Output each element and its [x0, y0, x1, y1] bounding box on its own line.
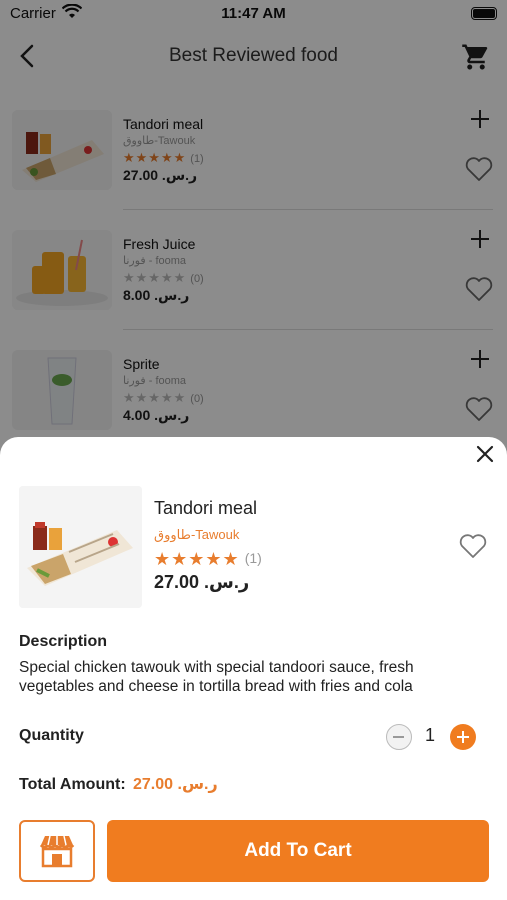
product-restaurant: طاووق-Tawouk	[154, 527, 240, 542]
description-text: Special chicken tawouk with special tand…	[19, 659, 414, 695]
close-icon[interactable]	[473, 442, 497, 466]
favorite-heart-icon[interactable]	[459, 533, 487, 559]
total-amount-label: Total Amount:	[19, 776, 126, 793]
rating-stars: ★★★★★	[154, 549, 240, 569]
description-heading: Description	[19, 633, 108, 650]
product-name: Tandori meal	[154, 498, 258, 518]
total-amount-value: 27.00 .ر.س	[133, 776, 218, 793]
quantity-value: 1	[424, 725, 435, 745]
quantity-decrease-button[interactable]	[386, 724, 412, 750]
quantity-increase-button[interactable]	[450, 724, 476, 750]
store-icon	[39, 835, 75, 868]
product-price: 27.00 .ر.س	[154, 572, 250, 592]
quantity-label: Quantity	[19, 727, 84, 744]
rating-count: (1)	[244, 550, 262, 566]
product-image	[19, 486, 142, 608]
add-to-cart-button[interactable]: Add To Cart	[107, 820, 489, 882]
product-rating: ★★★★★ (1)	[154, 549, 262, 570]
product-detail-sheet: Tandori meal طاووق-Tawouk ★★★★★ (1) 27.00…	[0, 437, 507, 900]
store-button[interactable]	[19, 820, 95, 882]
